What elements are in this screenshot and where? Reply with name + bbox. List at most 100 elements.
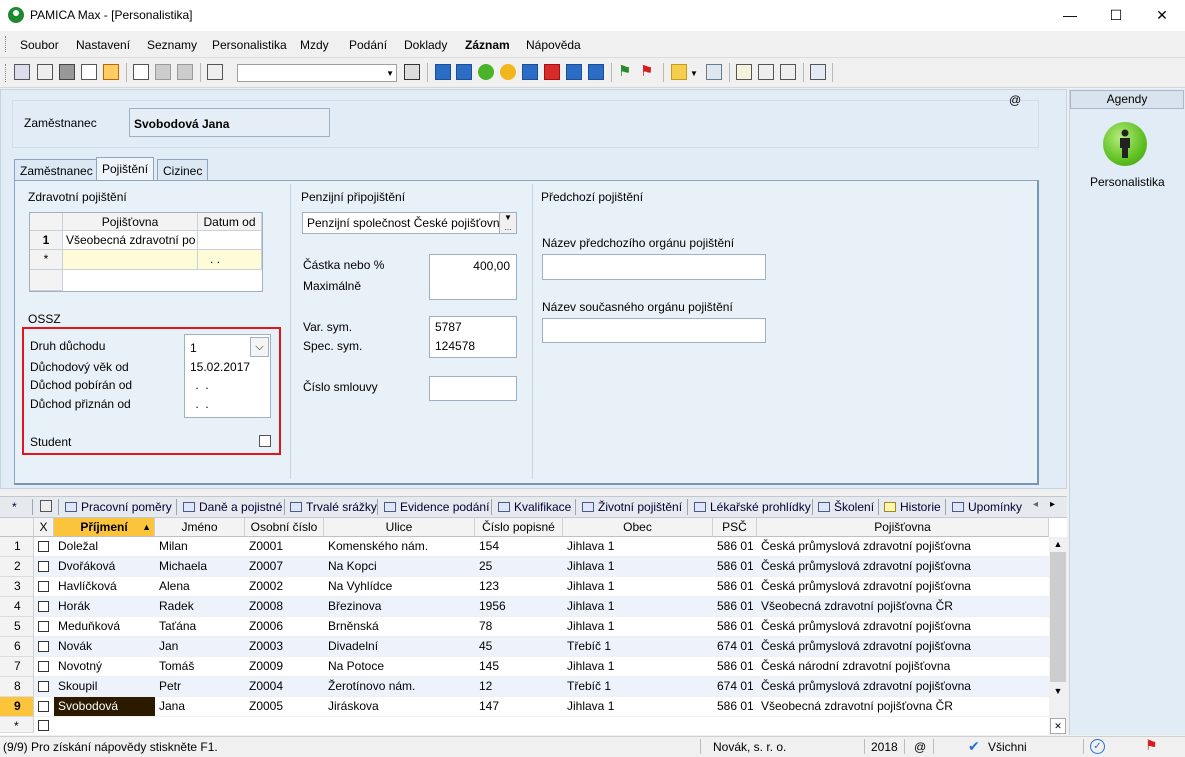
col-jmeno[interactable]: Jméno xyxy=(155,518,245,537)
table-close-icon[interactable]: ✕ xyxy=(1050,718,1066,734)
table-cell-ulice[interactable]: Jiráskova xyxy=(324,697,475,717)
table-cell-ulice[interactable]: Divadelní xyxy=(324,637,475,657)
col-pojistovna[interactable]: Pojišťovna xyxy=(63,213,198,231)
menu-podani[interactable]: Podání xyxy=(349,38,387,52)
new-document-icon[interactable] xyxy=(133,64,149,80)
col-x[interactable]: X xyxy=(34,518,54,537)
table-cell-obec[interactable]: Jihlava 1 xyxy=(563,577,713,597)
bottom-tab-zivotni-pojisteni[interactable]: Životní pojištění xyxy=(582,500,682,514)
table-cell-prijmeni[interactable]: Meduňková xyxy=(54,617,155,637)
row-number[interactable]: 9 xyxy=(0,697,34,717)
table-cell-ulice[interactable]: Březinova xyxy=(324,597,475,617)
bottom-tab-trvale-srazky[interactable]: Trvalé srážky xyxy=(290,500,377,514)
filter-icon[interactable] xyxy=(404,64,420,80)
list-icon[interactable] xyxy=(758,64,774,80)
menu-personalistika[interactable]: Personalistika xyxy=(212,38,287,52)
col-osobni-cislo[interactable]: Osobní číslo xyxy=(245,518,324,537)
col-pojistovna[interactable]: Pojišťovna xyxy=(757,518,1049,537)
scroll-up-icon[interactable]: ▲ xyxy=(1050,539,1066,549)
table-cell-ulice[interactable]: Na Vyhlídce xyxy=(324,577,475,597)
table-cell-ulice[interactable]: Na Kopci xyxy=(324,557,475,577)
table-cell-obec[interactable]: Třebíč 1 xyxy=(563,637,713,657)
table-cell-osobni-cislo[interactable]: Z0006 xyxy=(245,617,324,637)
table-cell-obec[interactable]: Třebíč 1 xyxy=(563,677,713,697)
table-cell-ulice[interactable]: Brněnská xyxy=(324,617,475,637)
table-cell-obec[interactable]: Jihlava 1 xyxy=(563,537,713,557)
table-cell-pojistovna[interactable]: Česká národní zdravotní pojišťovna xyxy=(757,657,1049,677)
export-icon[interactable] xyxy=(103,64,119,80)
at-symbol[interactable]: @ xyxy=(1009,93,1021,107)
table-cell-ulice[interactable]: Žerotínovo nám. xyxy=(324,677,475,697)
maximize-button[interactable]: ☐ xyxy=(1093,0,1139,30)
table-cell-cislo-popisne[interactable]: 25 xyxy=(475,557,563,577)
folder-dropdown-icon[interactable]: ▼ xyxy=(690,69,698,78)
table-cell-psc[interactable]: 586 01 xyxy=(713,697,757,717)
status-at[interactable]: @ xyxy=(914,740,926,754)
duchod-priznan-value[interactable]: . . xyxy=(192,397,208,411)
mail-multi-icon[interactable] xyxy=(566,64,582,80)
save-icon[interactable] xyxy=(155,64,171,80)
first-record-icon[interactable] xyxy=(14,64,30,80)
table-cell-obec[interactable]: Jihlava 1 xyxy=(563,597,713,617)
soucasny-organ-field[interactable] xyxy=(542,318,766,343)
table-cell-osobni-cislo[interactable]: Z0009 xyxy=(245,657,324,677)
table-cell-osobni-cislo[interactable]: Z0007 xyxy=(245,557,324,577)
table-cell-cislo-popisne[interactable]: 123 xyxy=(475,577,563,597)
col-cislo-popisne[interactable]: Číslo popisné xyxy=(475,518,563,537)
pamica-app-icon[interactable] xyxy=(8,7,24,23)
castka-field[interactable]: 400,00 xyxy=(429,254,517,300)
scrollbar-thumb[interactable] xyxy=(1050,552,1066,682)
duchod-pobiran-value[interactable]: . . xyxy=(192,378,208,392)
filter-icon[interactable] xyxy=(40,500,52,512)
menu-grip[interactable] xyxy=(5,36,8,52)
table-cell-prijmeni[interactable]: Novotný xyxy=(54,657,155,677)
toolbar-grip[interactable] xyxy=(5,64,8,82)
row-checkbox[interactable] xyxy=(38,541,49,552)
table-cell-jmeno[interactable]: Michaela xyxy=(155,557,245,577)
table-cell-ulice[interactable]: Na Potoce xyxy=(324,657,475,677)
red-flag-icon[interactable]: ⚑ xyxy=(640,64,656,80)
tab-zamestnanec[interactable]: Zaměstnanec xyxy=(14,159,99,181)
table-cell-cislo-popisne[interactable]: 147 xyxy=(475,697,563,717)
col-obec[interactable]: Obec xyxy=(563,518,713,537)
print-preview-icon[interactable] xyxy=(81,64,97,80)
bottom-tab-lekarske-prohlidky[interactable]: Lékařské prohlídky xyxy=(694,500,811,514)
personalistika-person-icon[interactable] xyxy=(1103,122,1147,166)
table-cell-psc[interactable]: 674 01 xyxy=(713,677,757,697)
col-psc[interactable]: PSČ xyxy=(713,518,757,537)
table-cell-cislo-popisne[interactable]: 78 xyxy=(475,617,563,637)
table-cell-cislo-popisne[interactable]: 12 xyxy=(475,677,563,697)
table-cell-jmeno[interactable]: Jan xyxy=(155,637,245,657)
table-cell-psc[interactable]: 586 01 xyxy=(713,577,757,597)
close-button[interactable]: ✕ xyxy=(1139,0,1185,30)
table-cell-jmeno[interactable]: Jana xyxy=(155,697,245,717)
status-filter[interactable]: Všichni xyxy=(988,740,1027,754)
col-ulice[interactable]: Ulice xyxy=(324,518,475,537)
save-all-icon[interactable] xyxy=(177,64,193,80)
grid-new-cell-datum[interactable]: . . xyxy=(198,250,262,270)
table-cell-cislo-popisne[interactable]: 154 xyxy=(475,537,563,557)
table-cell-pojistovna[interactable]: Česká průmyslová zdravotní pojišťovna xyxy=(757,617,1049,637)
new-row-checkbox[interactable] xyxy=(38,720,49,731)
table-cell-prijmeni[interactable]: Dvořáková xyxy=(54,557,155,577)
table-cell-prijmeni[interactable]: Horák xyxy=(54,597,155,617)
grid-cell-pojistovna[interactable]: Všeobecná zdravotní po xyxy=(63,231,198,250)
table-cell-jmeno[interactable]: Alena xyxy=(155,577,245,597)
row-number[interactable]: 1 xyxy=(0,537,34,557)
tabs-scroll-right-icon[interactable]: ▸ xyxy=(1050,499,1055,510)
bottom-tab-evidence-podani[interactable]: Evidence podání xyxy=(384,500,489,514)
status-year[interactable]: 2018 xyxy=(871,740,898,754)
bottom-tab-historie[interactable]: Historie xyxy=(884,500,941,514)
table-cell-pojistovna[interactable]: Všeobecná zdravotní pojišťovna ČR xyxy=(757,697,1049,717)
table-cell-psc[interactable]: 586 01 xyxy=(713,557,757,577)
table-cell-cislo-popisne[interactable]: 145 xyxy=(475,657,563,677)
table-cell-pojistovna[interactable]: Česká průmyslová zdravotní pojišťovna xyxy=(757,637,1049,657)
table-cell-jmeno[interactable]: Taťána xyxy=(155,617,245,637)
calculator-icon[interactable] xyxy=(706,64,722,80)
table-cell-obec[interactable]: Jihlava 1 xyxy=(563,657,713,677)
col-datum-od[interactable]: Datum od xyxy=(198,213,262,231)
penzijni-company-select[interactable]: Penzijní společnost České pojišťovn xyxy=(302,212,517,234)
grid-row-num[interactable]: 1 xyxy=(30,231,63,250)
druh-duchodu-value[interactable]: 1 xyxy=(190,341,197,355)
new-row-marker[interactable]: * xyxy=(0,717,34,733)
